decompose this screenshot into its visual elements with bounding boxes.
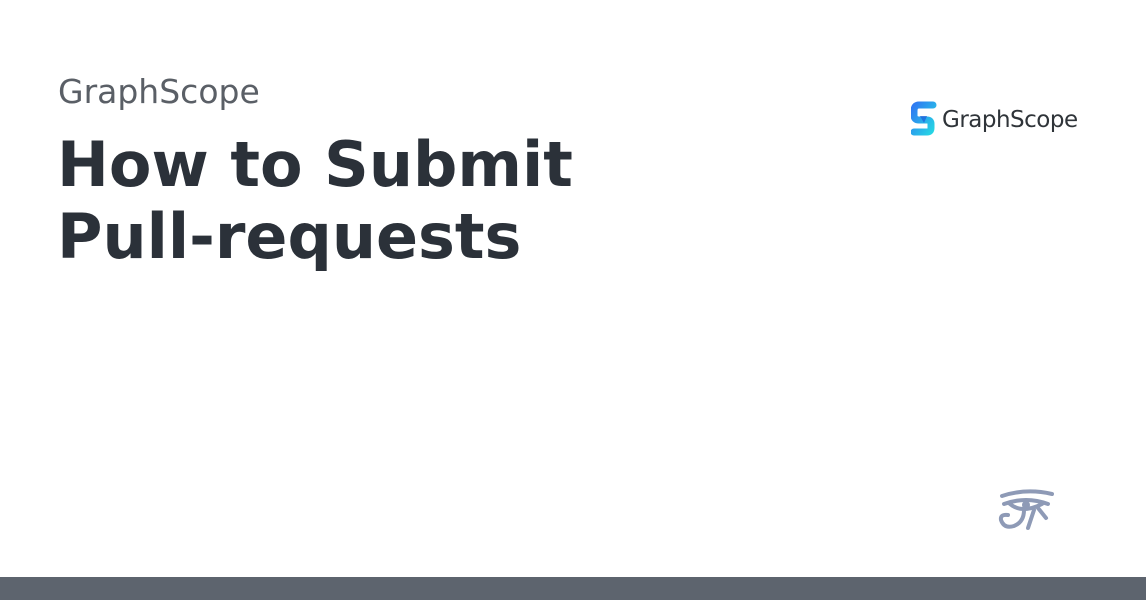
- logo-text: GraphScope: [942, 107, 1078, 133]
- page-title-line-2: Pull-requests: [57, 200, 522, 273]
- page-title-line-1: How to Submit: [57, 128, 573, 201]
- page-title: How to Submit Pull-requests: [57, 129, 737, 273]
- site-name: GraphScope: [58, 72, 260, 111]
- footer-bar: [0, 577, 1146, 600]
- graphscope-logo: GraphScope: [911, 100, 1078, 140]
- graphscope-s-icon: [911, 101, 937, 136]
- eye-of-horus-icon: [998, 489, 1054, 530]
